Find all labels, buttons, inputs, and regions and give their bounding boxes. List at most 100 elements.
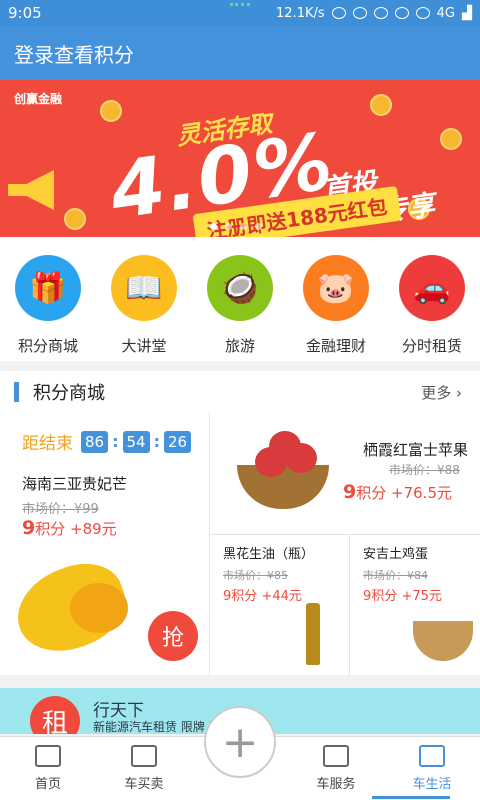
category-row: 🎁 积分商城 📖 大讲堂 🥥 旅游 🐷 金融理财 🚗 分时租赁 <box>0 237 480 361</box>
points-price: 9积分 +75元 <box>363 585 442 604</box>
gift-icon: 🎁 <box>15 255 81 321</box>
product-card-eggs[interactable]: 安吉土鸡蛋 市场价：¥84 9积分 +75元 <box>351 535 480 675</box>
car-rental-icon: 🚗 <box>399 255 465 321</box>
tab-home[interactable]: 首页 <box>0 737 96 800</box>
rental-badge: 租 <box>30 696 80 734</box>
countdown-separator: : <box>153 432 160 451</box>
status-icon-2 <box>352 7 367 19</box>
pager-dot <box>255 223 262 230</box>
section-accent-bar <box>14 382 19 402</box>
points-price: 9积分 +76.5元 <box>343 481 452 503</box>
tab-car-life[interactable]: 车生活 <box>384 737 480 800</box>
countdown-minutes: 54 <box>122 430 150 453</box>
market-price: 市场价：¥99 <box>22 502 99 517</box>
cash-price: +44元 <box>261 589 302 604</box>
grab-button[interactable]: 抢 <box>148 611 198 661</box>
market-price: 市场价：¥88 <box>389 463 460 477</box>
product-name: 黑花生油（瓶） <box>223 547 315 562</box>
section-title: 积分商城 <box>33 383 105 404</box>
product-card-oil[interactable]: 黑花生油（瓶） 市场价：¥85 9积分 +44元 <box>211 535 350 675</box>
status-network: 4G <box>436 5 455 21</box>
points-value: 9 <box>343 481 357 503</box>
brand-logo: 创赢金融 <box>14 92 63 106</box>
market-price: 市场价：¥85 <box>223 569 288 582</box>
cash-price: +75元 <box>401 589 442 604</box>
cash-price: +76.5元 <box>391 484 452 502</box>
coin-decoration <box>440 128 462 150</box>
product-name: 安吉土鸡蛋 <box>363 547 429 562</box>
home-icon <box>35 745 61 767</box>
category-finance[interactable]: 🐷 金融理财 <box>288 237 384 361</box>
tab-car-trade[interactable]: 车买卖 <box>96 737 192 800</box>
points-price: 9积分 +89元 <box>22 517 117 539</box>
points-price: 9积分 +44元 <box>223 585 302 604</box>
status-speed: 12.1K/s <box>276 5 325 21</box>
countdown-separator: : <box>112 432 119 451</box>
coin-decoration <box>100 100 122 122</box>
countdown: 距结束 86 : 54 : 26 <box>22 429 192 454</box>
book-icon: 📖 <box>111 255 177 321</box>
active-tab-indicator <box>372 796 450 799</box>
banner-pager <box>210 223 262 230</box>
category-points-mall[interactable]: 🎁 积分商城 <box>0 237 96 361</box>
pager-dot <box>240 223 247 230</box>
countdown-hours: 86 <box>81 430 109 453</box>
product-card-apple[interactable]: 栖霞红富士苹果 市场价：¥88 9积分 +76.5元 <box>211 413 480 535</box>
category-lecture-hall[interactable]: 📖 大讲堂 <box>96 237 192 361</box>
status-notification-dots <box>230 3 250 6</box>
pager-dot <box>225 223 232 230</box>
promo-banner[interactable]: 创赢金融 灵活存取 4.0% 首投 加息专享 注册即送188元红包 <box>0 80 480 237</box>
points-value: 9 <box>22 517 36 539</box>
cup-icon <box>419 745 445 767</box>
status-time: 9:05 <box>8 4 42 22</box>
tab-label: 车生活 <box>412 777 452 792</box>
tab-car-service[interactable]: 车服务 <box>288 737 384 800</box>
category-label: 分时租赁 <box>401 337 462 355</box>
points-unit: 积分 <box>231 589 258 604</box>
wifi-icon <box>415 7 430 19</box>
category-travel[interactable]: 🥥 旅游 <box>192 237 288 361</box>
more-label: 更多 <box>421 383 452 402</box>
bottle-icon <box>323 745 349 767</box>
megaphone-icon <box>8 170 54 210</box>
points-unit: 积分 <box>35 520 66 538</box>
product-card-mango[interactable]: 距结束 86 : 54 : 26 海南三亚贵妃芒 市场价：¥99 9积分 +89… <box>0 413 210 675</box>
status-icon-3 <box>373 7 388 19</box>
product-name: 栖霞红富士苹果 <box>363 441 469 459</box>
coin-decoration <box>64 208 86 230</box>
status-right: 12.1K/s 4G ▟ <box>276 6 472 21</box>
plus-button[interactable]: + <box>204 706 276 778</box>
status-bar: 9:05 12.1K/s 4G ▟ <box>0 0 480 26</box>
category-car-rental[interactable]: 🚗 分时租赁 <box>384 237 480 361</box>
signal-icon: ▟ <box>462 5 472 21</box>
countdown-seconds: 26 <box>164 430 192 453</box>
status-icon-1 <box>331 7 346 19</box>
product-name: 海南三亚贵妃芒 <box>22 475 128 493</box>
status-icon-4 <box>394 7 409 19</box>
points-unit: 积分 <box>371 589 398 604</box>
section-header: 积分商城 更多 › <box>0 371 480 413</box>
login-view-points-link[interactable]: 登录查看积分 <box>14 39 134 68</box>
oil-bottle-image <box>306 603 320 665</box>
market-price: 市场价：¥84 <box>363 569 428 582</box>
title-bar: 登录查看积分 <box>0 26 480 80</box>
chevron-right-icon: › <box>456 383 462 402</box>
piggy-bank-icon: 🐷 <box>303 255 369 321</box>
product-grid: 距结束 86 : 54 : 26 海南三亚贵妃芒 市场价：¥99 9积分 +89… <box>0 413 480 675</box>
tab-label: 车服务 <box>316 777 356 792</box>
category-label: 大讲堂 <box>121 337 167 355</box>
coconut-icon: 🥥 <box>207 255 273 321</box>
mango-image-piece <box>70 583 128 633</box>
more-link[interactable]: 更多 › <box>421 382 462 403</box>
eggs-basket-image <box>413 621 473 661</box>
category-label: 积分商城 <box>17 337 78 355</box>
tab-label: 车买卖 <box>124 777 164 792</box>
pager-dot <box>210 223 217 230</box>
countdown-label: 距结束 <box>22 434 73 454</box>
tab-label: 首页 <box>34 777 61 792</box>
apple-image <box>269 431 301 461</box>
category-label: 金融理财 <box>305 337 366 355</box>
plus-icon: + <box>221 716 259 768</box>
coin-decoration <box>370 94 392 116</box>
cash-price: +89元 <box>70 520 117 538</box>
